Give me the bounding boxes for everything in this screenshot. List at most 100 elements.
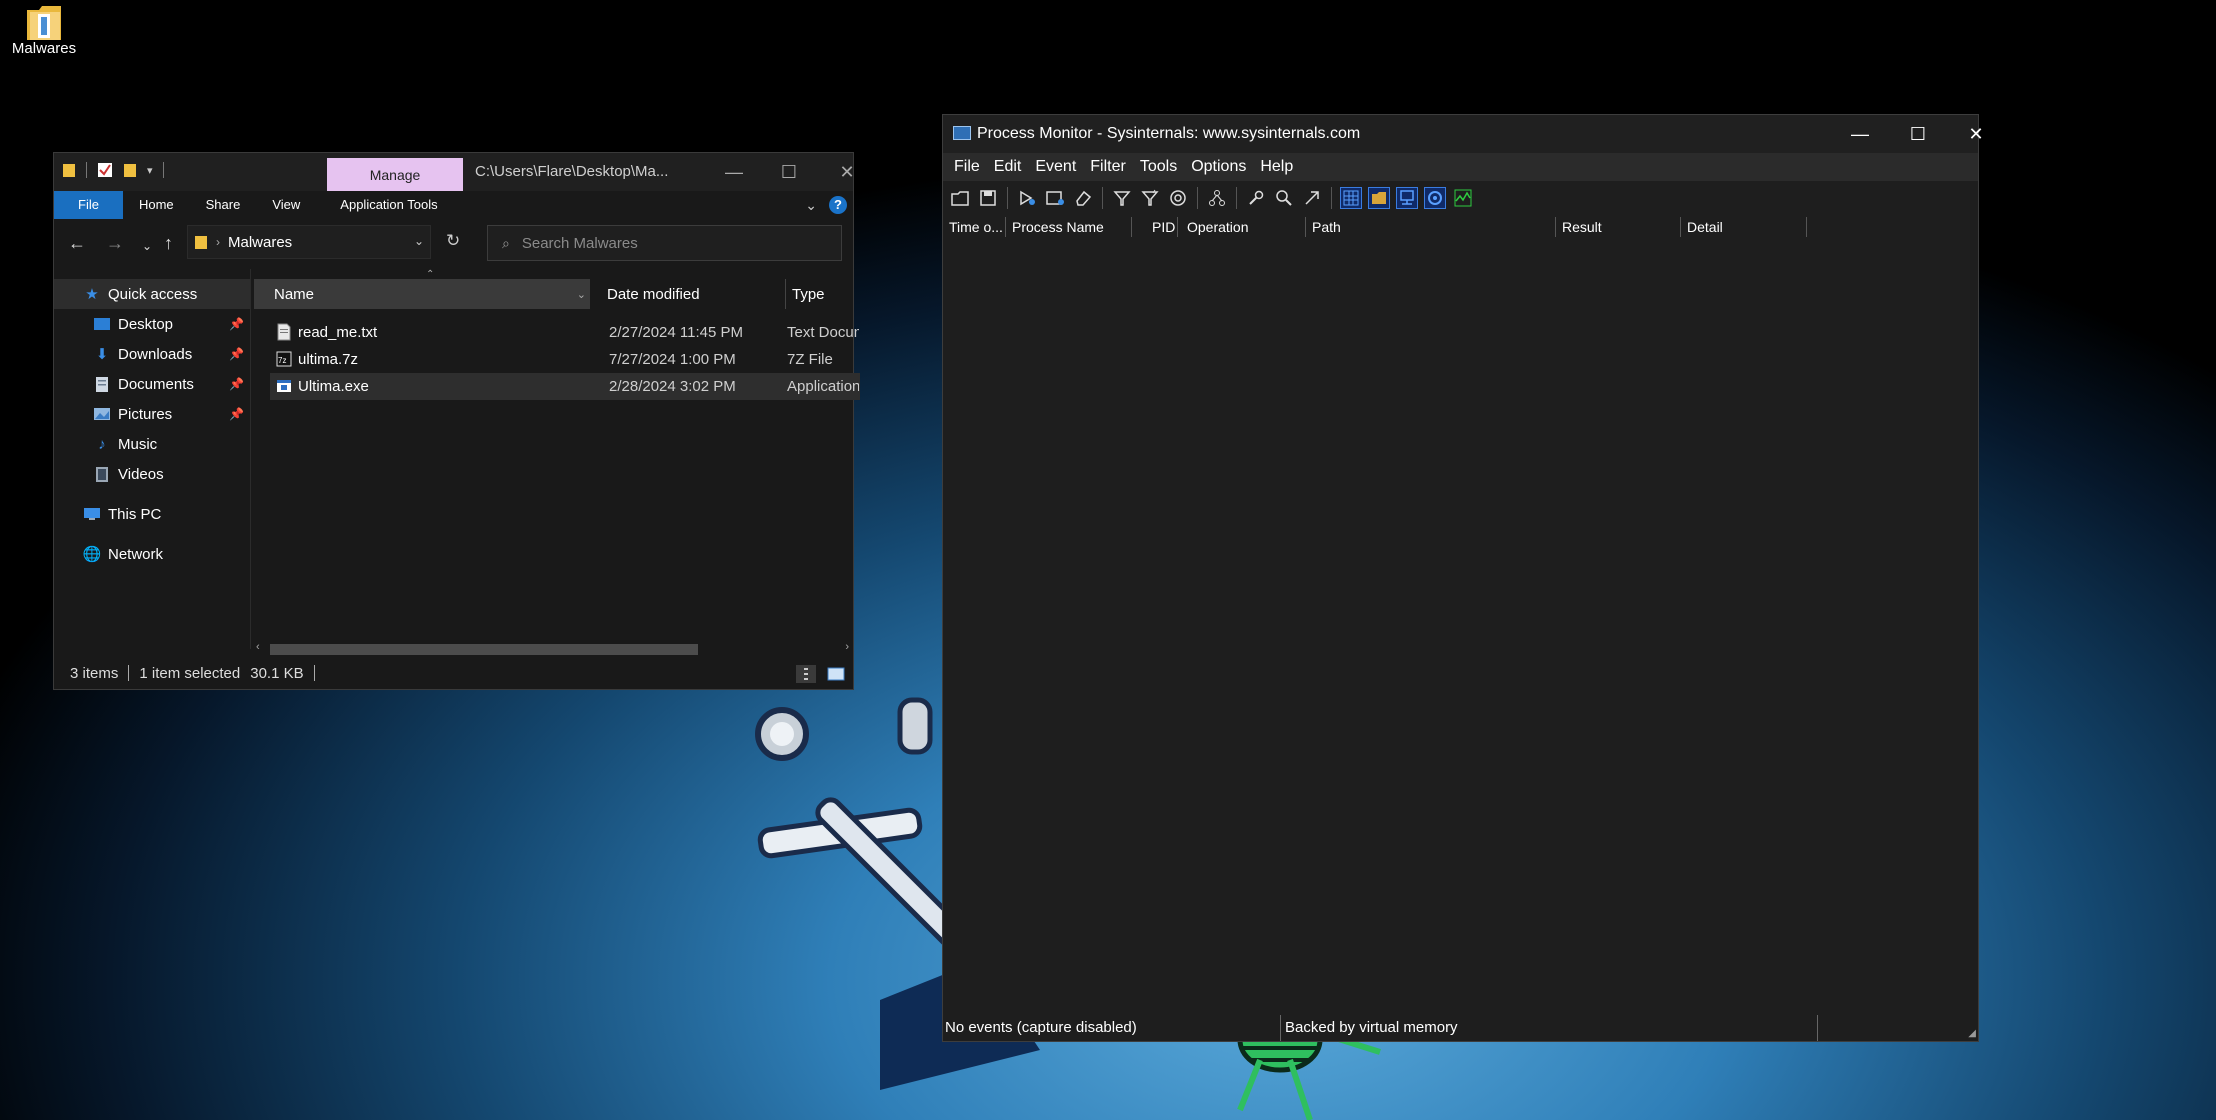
menu-edit[interactable]: Edit <box>987 158 1029 176</box>
process-tree-icon[interactable] <box>1206 187 1228 209</box>
file-system-activity-icon[interactable] <box>1368 187 1390 209</box>
divider[interactable] <box>1806 217 1807 237</box>
procmon-title-bar[interactable]: Process Monitor - Sysinternals: www.sysi… <box>943 115 1984 153</box>
filter-icon[interactable] <box>1111 187 1133 209</box>
scroll-left-icon[interactable]: ‹ <box>256 641 260 653</box>
menu-file[interactable]: File <box>947 158 987 176</box>
refresh-icon[interactable]: ↻ <box>446 231 460 251</box>
address-bar[interactable]: › Malwares ⌄ <box>187 225 431 259</box>
sidebar-item-this-pc[interactable]: This PC <box>54 499 250 529</box>
column-header-path[interactable]: Path <box>1312 219 1341 235</box>
divider[interactable] <box>1005 217 1006 237</box>
new-folder-icon[interactable] <box>123 162 137 178</box>
column-header-pid[interactable]: PID <box>1152 219 1175 235</box>
properties-wrench-icon[interactable] <box>1245 187 1267 209</box>
breadcrumb[interactable]: Malwares <box>228 234 292 251</box>
scroll-right-icon[interactable]: › <box>845 641 849 653</box>
autoscroll-icon[interactable] <box>1044 187 1066 209</box>
menu-options[interactable]: Options <box>1184 158 1253 176</box>
search-box[interactable]: ⌕ <box>487 225 842 261</box>
tab-manage[interactable]: Manage <box>327 158 463 191</box>
process-thread-activity-icon[interactable] <box>1424 187 1446 209</box>
file-row[interactable]: Ultima.exe 2/28/2024 3:02 PM Application <box>270 373 860 400</box>
menu-filter[interactable]: Filter <box>1083 158 1133 176</box>
resize-grip-icon[interactable]: ◢ <box>1968 1028 1976 1039</box>
sidebar-item-label: Quick access <box>108 285 198 303</box>
maximize-button[interactable]: ☐ <box>1889 115 1947 153</box>
recent-locations-icon[interactable]: ⌄ <box>142 239 152 253</box>
file-name: read_me.txt <box>298 324 378 341</box>
sidebar-item-documents[interactable]: Documents 📌 <box>54 369 250 399</box>
tab-home[interactable]: Home <box>123 191 190 219</box>
save-icon[interactable] <box>977 187 999 209</box>
find-icon[interactable] <box>1273 187 1295 209</box>
minimize-button[interactable]: — <box>1831 115 1889 153</box>
chevron-right-icon[interactable]: › <box>216 235 220 249</box>
column-header-process-name[interactable]: Process Name <box>1012 219 1104 235</box>
highlight-icon[interactable] <box>1139 187 1161 209</box>
expand-ribbon-icon[interactable]: ⌄ <box>805 197 817 214</box>
forward-arrow-icon[interactable]: → <box>106 233 124 254</box>
divider[interactable] <box>1305 217 1306 237</box>
open-icon[interactable] <box>949 187 971 209</box>
column-header-type[interactable]: Type <box>785 279 825 309</box>
column-header-operation[interactable]: Operation <box>1187 219 1248 235</box>
pin-icon[interactable]: 📌 <box>229 377 244 391</box>
properties-icon[interactable] <box>97 162 113 178</box>
clear-icon[interactable] <box>1072 187 1094 209</box>
desktop-icon-malwares[interactable]: Malwares <box>4 0 84 57</box>
divider[interactable] <box>1131 217 1132 237</box>
sidebar-item-downloads[interactable]: ⬇ Downloads 📌 <box>54 339 250 369</box>
column-header-time[interactable]: Time o... <box>949 219 1003 235</box>
pin-icon[interactable]: 📌 <box>229 317 244 331</box>
large-icons-view-icon[interactable] <box>826 665 846 683</box>
tab-application-tools[interactable]: Application Tools <box>316 191 453 219</box>
divider[interactable] <box>1555 217 1556 237</box>
jump-to-icon[interactable] <box>1301 187 1323 209</box>
profiling-events-icon[interactable] <box>1452 187 1474 209</box>
close-button[interactable]: ✕ <box>818 153 876 191</box>
divider[interactable] <box>1177 217 1178 237</box>
menu-help[interactable]: Help <box>1253 158 1300 176</box>
tab-file[interactable]: File <box>54 191 123 219</box>
chevron-down-icon[interactable]: ⌄ <box>414 234 424 248</box>
pin-icon[interactable]: 📌 <box>229 347 244 361</box>
menu-tools[interactable]: Tools <box>1133 158 1184 176</box>
up-arrow-icon[interactable]: ↑ <box>164 233 173 254</box>
registry-activity-icon[interactable] <box>1340 187 1362 209</box>
sidebar-item-music[interactable]: ♪ Music <box>54 429 250 459</box>
column-header-detail[interactable]: Detail <box>1687 219 1723 235</box>
help-icon[interactable]: ? <box>829 196 847 214</box>
tab-view[interactable]: View <box>256 191 316 219</box>
sidebar-item-videos[interactable]: Videos <box>54 459 250 489</box>
pin-icon[interactable]: 📌 <box>229 407 244 421</box>
target-icon[interactable] <box>1167 187 1189 209</box>
sidebar-item-quick-access[interactable]: ★ Quick access <box>54 279 250 309</box>
network-activity-icon[interactable] <box>1396 187 1418 209</box>
back-arrow-icon[interactable]: ← <box>68 233 86 254</box>
column-header-result[interactable]: Result <box>1562 219 1602 235</box>
file-row[interactable]: 7z ultima.7z 7/27/2024 1:00 PM 7Z File <box>272 346 862 373</box>
file-row[interactable]: read_me.txt 2/27/2024 11:45 PM Text Docu… <box>272 319 862 346</box>
menu-event[interactable]: Event <box>1028 158 1083 176</box>
customize-toolbar-icon[interactable]: ▾ <box>147 164 153 177</box>
sidebar-item-pictures[interactable]: Pictures 📌 <box>54 399 250 429</box>
sidebar-item-network[interactable]: 🌐 Network <box>54 539 250 569</box>
divider <box>128 665 130 681</box>
capture-icon[interactable] <box>1016 187 1038 209</box>
divider[interactable] <box>1680 217 1681 237</box>
tab-share[interactable]: Share <box>190 191 257 219</box>
column-header-name[interactable]: ⌃ Name ⌄ <box>254 269 590 309</box>
search-input[interactable] <box>521 234 802 252</box>
network-icon: 🌐 <box>82 546 102 563</box>
sidebar-item-desktop[interactable]: Desktop 📌 <box>54 309 250 339</box>
chevron-down-icon[interactable]: ⌄ <box>577 288 586 301</box>
details-view-icon[interactable] <box>796 665 816 683</box>
maximize-button[interactable]: ☐ <box>760 153 818 191</box>
column-header-date-modified[interactable]: Date modified <box>607 279 700 309</box>
scrollbar-thumb[interactable] <box>270 644 698 655</box>
close-button[interactable]: ✕ <box>1947 115 2005 153</box>
horizontal-scrollbar[interactable]: ‹ › <box>252 641 853 658</box>
explorer-title-bar[interactable]: ▾ Manage C:\Users\Flare\Desktop\Ma... — … <box>54 153 855 191</box>
minimize-button[interactable]: — <box>705 153 763 191</box>
